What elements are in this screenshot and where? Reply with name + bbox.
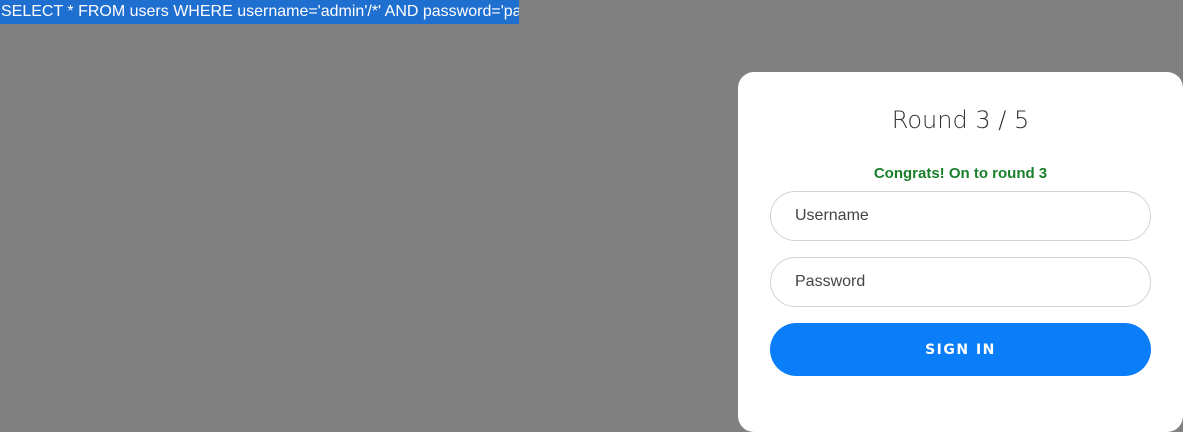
username-input[interactable] — [770, 191, 1151, 241]
login-card: Round 3 / 5 Congrats! On to round 3 SIGN… — [738, 72, 1183, 432]
round-title: Round 3 / 5 — [891, 106, 1030, 134]
sql-query-text: SELECT * FROM users WHERE username='admi… — [0, 0, 519, 24]
sign-in-button[interactable]: SIGN IN — [770, 323, 1151, 376]
status-message: Congrats! On to round 3 — [873, 165, 1048, 182]
password-input[interactable] — [770, 257, 1151, 307]
